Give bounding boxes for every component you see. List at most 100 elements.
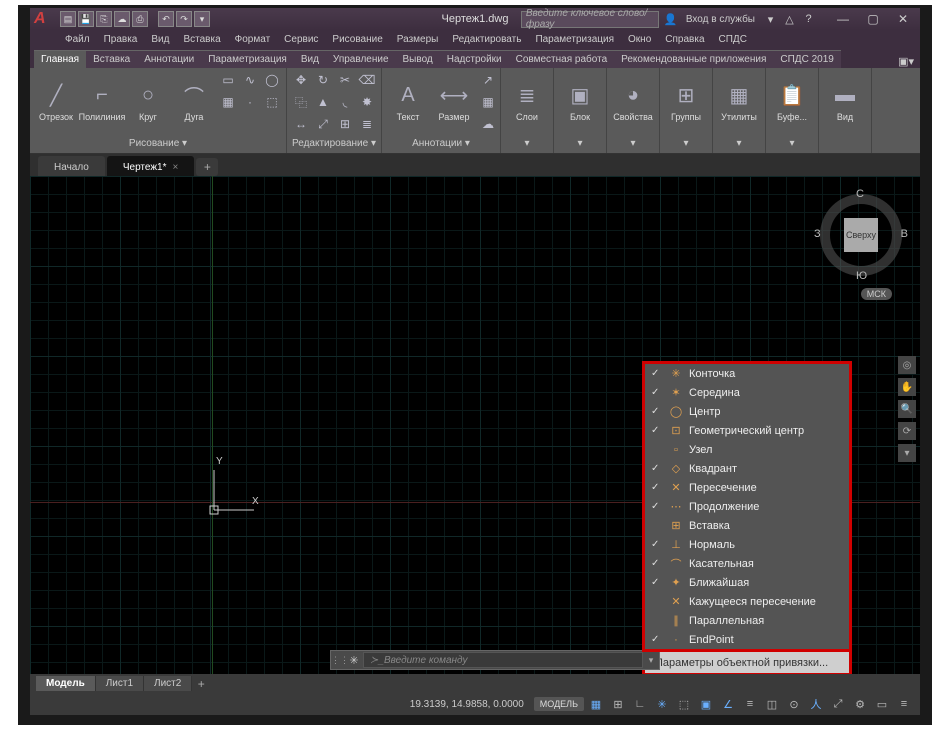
qat-new-icon[interactable]: ☁ xyxy=(114,11,130,27)
menu-tools[interactable]: Сервис xyxy=(277,32,325,47)
tab-insert[interactable]: Вставка xyxy=(86,50,137,68)
groups-button[interactable]: ⊞Группы xyxy=(664,70,708,132)
array-icon[interactable]: ⊞ xyxy=(335,114,355,134)
command-input[interactable]: ≻_ Введите команду xyxy=(363,652,643,668)
menu-insert[interactable]: Вставка xyxy=(176,32,227,47)
clipboard-button[interactable]: 📋Буфе... xyxy=(770,70,814,132)
nav-pan-icon[interactable]: ✋ xyxy=(898,378,916,396)
command-icon[interactable]: ✳ xyxy=(345,654,363,667)
search-input[interactable]: Введите ключевое слово/фразу xyxy=(521,11,659,28)
osnap-item[interactable]: ✓⌒Касательная xyxy=(645,554,849,573)
user-icon[interactable]: 👤 xyxy=(663,12,678,27)
minimize-button[interactable]: — xyxy=(828,8,858,30)
layout-sheet2[interactable]: Лист2 xyxy=(144,676,192,691)
qat-more-icon[interactable]: ▾ xyxy=(194,11,210,27)
rect-icon[interactable]: ▭ xyxy=(218,70,238,90)
line-button[interactable]: ╱Отрезок xyxy=(34,70,78,132)
close-button[interactable]: ✕ xyxy=(888,8,918,30)
cycle-icon[interactable]: ⊙ xyxy=(784,695,804,713)
circle-button[interactable]: ○Круг xyxy=(126,70,170,132)
osnap-item[interactable]: ✓◇Квадрант xyxy=(645,459,849,478)
qat-undo-icon[interactable]: ↶ xyxy=(158,11,174,27)
osnap-item[interactable]: ✓⊡Геометрический центр xyxy=(645,421,849,440)
tab-rec[interactable]: Рекомендованные приложения xyxy=(614,50,773,68)
workspace-icon[interactable]: ⚙ xyxy=(850,695,870,713)
annomon-icon[interactable]: 人 xyxy=(806,695,826,713)
dim-button[interactable]: ⟷Размер xyxy=(432,70,476,132)
menu-spds[interactable]: СПДС xyxy=(712,32,754,47)
rotate-icon[interactable]: ↻ xyxy=(313,70,333,90)
qat-print-icon[interactable]: ⎙ xyxy=(132,11,148,27)
osnap-item[interactable]: ✓✶Середина xyxy=(645,383,849,402)
tab-spds[interactable]: СПДС 2019 xyxy=(773,50,840,68)
utils-button[interactable]: ▦Утилиты xyxy=(717,70,761,132)
viewcube-face[interactable]: Сверху xyxy=(844,218,878,252)
trim-icon[interactable]: ✂ xyxy=(335,70,355,90)
custom-icon[interactable]: ≡ xyxy=(894,695,914,713)
tab-collab[interactable]: Совместная работа xyxy=(509,50,615,68)
snap-toggle-icon[interactable]: ⊞ xyxy=(608,695,628,713)
command-history-icon[interactable]: ▾ xyxy=(643,655,659,666)
arc-button[interactable]: ⌒Дуга xyxy=(172,70,216,132)
osnap-item[interactable]: ✓✳Конточка xyxy=(645,364,849,383)
ellipse-icon[interactable]: ◯ xyxy=(262,70,282,90)
text-button[interactable]: AТекст xyxy=(386,70,430,132)
osnap-item[interactable]: ✓◯Центр xyxy=(645,402,849,421)
doctab-drawing1[interactable]: Чертеж1*× xyxy=(107,156,194,176)
tab-view[interactable]: Вид xyxy=(294,50,326,68)
view-button[interactable]: ▬Вид xyxy=(823,70,867,132)
menu-modify[interactable]: Редактировать xyxy=(445,32,528,47)
clean-icon[interactable]: ▭ xyxy=(872,695,892,713)
copy-icon[interactable]: ⿻ xyxy=(291,92,311,112)
panel-annot-label[interactable]: Аннотации ▾ xyxy=(386,136,496,151)
point-icon[interactable]: · xyxy=(240,92,260,112)
props-button[interactable]: ◕Свойства xyxy=(611,70,655,132)
menu-window[interactable]: Окно xyxy=(621,32,658,47)
fillet-icon[interactable]: ◟ xyxy=(335,92,355,112)
tab-param[interactable]: Параметризация xyxy=(201,50,294,68)
osnap-item[interactable]: ✓✕Пересечение xyxy=(645,478,849,497)
qat-saveas-icon[interactable]: ⎘ xyxy=(96,11,112,27)
menu-dim[interactable]: Размеры xyxy=(390,32,446,47)
add-tab-button[interactable]: + xyxy=(196,158,218,176)
annoscale-icon[interactable]: ⤢ xyxy=(828,695,848,713)
panel-draw-label[interactable]: Рисование ▾ xyxy=(34,136,282,151)
drawing-canvas[interactable]: Y X Сверху С Ю В З МСК ◎ ✋ 🔍 ⟳ ▾ ✓✳Конто… xyxy=(30,176,920,674)
table-icon[interactable]: ▦ xyxy=(478,92,498,112)
hatch-icon[interactable]: ▦ xyxy=(218,92,238,112)
share-icon[interactable]: △ xyxy=(782,12,797,27)
mirror-icon[interactable]: ▲ xyxy=(313,92,333,112)
layers-button[interactable]: ≣Слои xyxy=(505,70,549,132)
tab-annot[interactable]: Аннотации xyxy=(137,50,201,68)
app-logo-icon[interactable]: A xyxy=(34,10,56,28)
grid-toggle-icon[interactable]: ▦ xyxy=(586,695,606,713)
move-icon[interactable]: ✥ xyxy=(291,70,311,90)
transparency-icon[interactable]: ◫ xyxy=(762,695,782,713)
osnap-item[interactable]: ✓⋯Продолжение xyxy=(645,497,849,516)
drag-handle-icon[interactable]: ⋮⋮ xyxy=(331,655,345,666)
wcs-label[interactable]: МСК xyxy=(861,288,892,300)
osnap-settings-link[interactable]: Параметры объектной привязки... xyxy=(642,652,852,674)
nav-orbit-icon[interactable]: ⟳ xyxy=(898,422,916,440)
qat-redo-icon[interactable]: ↷ xyxy=(176,11,192,27)
ortho-toggle-icon[interactable]: ∟ xyxy=(630,695,650,713)
tab-addins[interactable]: Надстройки xyxy=(440,50,509,68)
region-icon[interactable]: ⬚ xyxy=(262,92,282,112)
tab-home[interactable]: Главная xyxy=(34,50,86,68)
osnap-item[interactable]: ✓·EndPoint xyxy=(645,630,849,649)
osnap-toggle-icon[interactable]: ▣ xyxy=(696,695,716,713)
osnap-item[interactable]: ⊞Вставка xyxy=(645,516,849,535)
ribbon-collapse-icon[interactable]: ▣▾ xyxy=(898,55,920,68)
signin-link[interactable]: Вход в службы xyxy=(682,14,759,25)
mtext-icon[interactable]: ☁ xyxy=(478,114,498,134)
layout-model[interactable]: Модель xyxy=(36,676,96,691)
tab-manage[interactable]: Управление xyxy=(326,50,396,68)
lwt-toggle-icon[interactable]: ≡ xyxy=(740,695,760,713)
osnap-item[interactable]: ▫Узел xyxy=(645,440,849,459)
polar-toggle-icon[interactable]: ✳ xyxy=(652,695,672,713)
osnap-item[interactable]: ✓⊥Нормаль xyxy=(645,535,849,554)
nav-more-icon[interactable]: ▾ xyxy=(898,444,916,462)
menu-help[interactable]: Справка xyxy=(658,32,711,47)
block-button[interactable]: ▣Блок xyxy=(558,70,602,132)
nav-zoom-icon[interactable]: 🔍 xyxy=(898,400,916,418)
